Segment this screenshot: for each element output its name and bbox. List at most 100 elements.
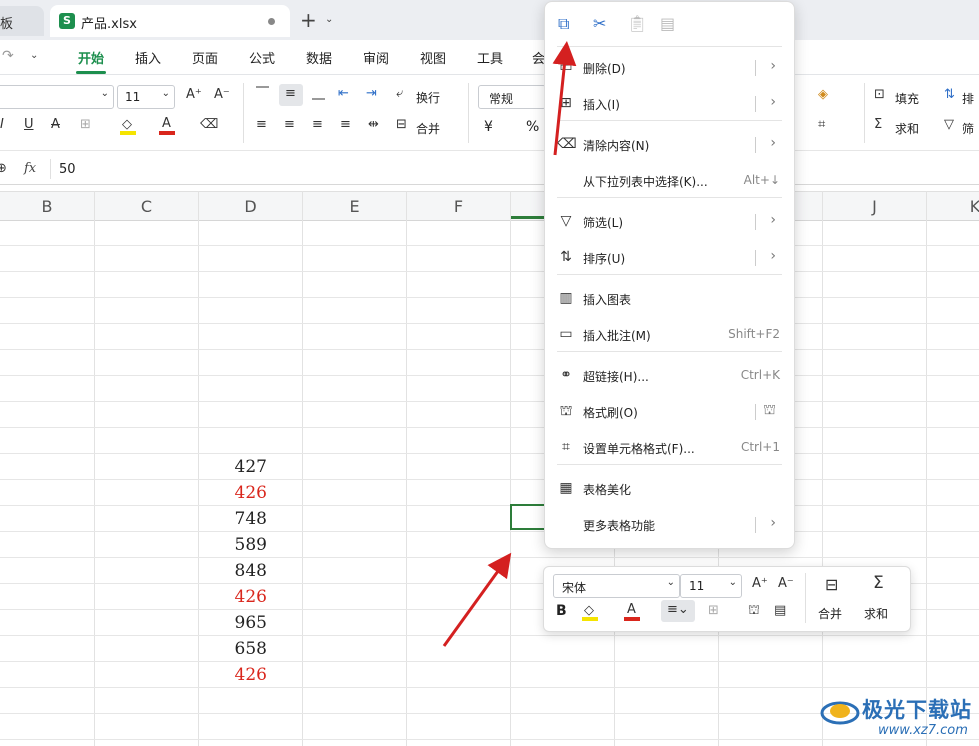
menu-home[interactable]: 开始: [78, 48, 104, 67]
align-middle-icon[interactable]: ≡: [279, 84, 303, 106]
column-header-e[interactable]: E: [303, 197, 406, 216]
mini-size-select[interactable]: 11 ⌄: [680, 574, 742, 598]
wrap-text-label[interactable]: 换行: [416, 89, 440, 106]
number-format-select[interactable]: 常规: [478, 85, 546, 109]
percent-icon[interactable]: %: [526, 119, 539, 135]
mini-font-select[interactable]: 宋体 ⌄: [553, 574, 680, 598]
formula-input[interactable]: 50: [59, 162, 76, 177]
font-color-icon[interactable]: A: [159, 116, 175, 135]
sum-icon[interactable]: Σ: [874, 117, 882, 132]
sum-label[interactable]: 求和: [895, 120, 919, 137]
cell-value[interactable]: 658: [197, 639, 267, 659]
column-header-d[interactable]: D: [199, 197, 302, 216]
cell-value[interactable]: 965: [197, 613, 267, 633]
sort-label[interactable]: 排: [962, 90, 974, 107]
context-menu-item[interactable]: ⌗ 设置单元格格式(F)... Ctrl+1: [545, 433, 794, 463]
fx-icon[interactable]: fx: [24, 161, 36, 176]
cell-value[interactable]: 426: [197, 587, 267, 607]
cell-value[interactable]: 426: [197, 665, 267, 685]
mini-merge-icon[interactable]: ⊟: [825, 575, 838, 594]
context-menu-item[interactable]: ⌫ 清除内容(N) ›: [545, 130, 794, 160]
copy-icon[interactable]: ⧉: [558, 14, 569, 34]
mini-border-icon[interactable]: ⊞: [708, 603, 719, 618]
context-menu-item[interactable]: ⇅ 排序(U) ›: [545, 243, 794, 273]
mini-merge-label[interactable]: 合并: [818, 605, 842, 622]
menu-view[interactable]: 视图: [420, 48, 446, 67]
context-menu-item[interactable]: 从下拉列表中选择(K)... Alt+↓: [545, 166, 794, 196]
align-top-icon[interactable]: ⎺: [256, 86, 269, 101]
menu-insert[interactable]: 插入: [135, 48, 161, 67]
fill-icon[interactable]: ⊡: [874, 87, 885, 102]
wrap-text-icon[interactable]: ⤶: [396, 86, 403, 101]
context-menu-item[interactable]: ⊞ 插入(I) ›: [545, 89, 794, 119]
context-menu-item[interactable]: ▽ 筛选(L) ›: [545, 207, 794, 237]
merge-label[interactable]: 合并: [416, 120, 440, 137]
decrease-font-icon[interactable]: A⁻: [214, 87, 230, 102]
mini-align-icon[interactable]: ≡⌄: [661, 600, 695, 622]
align-right-icon[interactable]: ≡: [312, 117, 323, 132]
underline-icon[interactable]: U: [24, 117, 34, 132]
align-left-icon[interactable]: ≡: [256, 117, 267, 132]
cell-value[interactable]: 427: [197, 457, 267, 477]
selected-cell[interactable]: [510, 504, 546, 530]
context-menu-item[interactable]: ⛫ 格式刷(O) ⛫: [545, 397, 794, 427]
strikethrough-icon[interactable]: A: [51, 117, 60, 132]
menu-page[interactable]: 页面: [192, 48, 218, 67]
cell-value[interactable]: 748: [197, 509, 267, 529]
distributed-icon[interactable]: ⇹: [368, 117, 379, 132]
undo-dropdown-chevron-icon[interactable]: ⌄: [30, 50, 38, 61]
clear-format-icon[interactable]: ⌫: [200, 117, 218, 132]
mini-sum-icon[interactable]: Σ: [873, 573, 884, 593]
font-name-select[interactable]: ⌄: [0, 85, 114, 109]
menu-review[interactable]: 审阅: [363, 48, 389, 67]
filter-label[interactable]: 筛: [962, 120, 974, 137]
mini-format-painter-icon[interactable]: ⛫: [748, 603, 760, 620]
currency-icon[interactable]: ¥: [484, 119, 493, 135]
context-menu-item[interactable]: ⚭ 超链接(H)... Ctrl+K: [545, 361, 794, 391]
sort-icon[interactable]: ⇅: [944, 87, 955, 102]
cell-value[interactable]: 848: [197, 561, 267, 581]
tab-previous[interactable]: 板: [0, 6, 44, 36]
filter-icon[interactable]: ▽: [944, 117, 954, 132]
cell-border-icon[interactable]: ⌗: [818, 117, 825, 132]
fill-label[interactable]: 填充: [895, 90, 919, 107]
context-menu-item[interactable]: ▥ 插入图表: [545, 284, 794, 314]
decrease-indent-icon[interactable]: ⇤: [338, 86, 349, 101]
column-header-j[interactable]: J: [823, 197, 926, 216]
tab-list-chevron-icon[interactable]: ⌄: [325, 14, 333, 25]
unsaved-dot-icon[interactable]: [268, 18, 275, 25]
align-bottom-icon[interactable]: ⎽: [312, 86, 325, 101]
mini-increase-font-icon[interactable]: A⁺: [752, 576, 768, 591]
italic-icon[interactable]: I: [0, 117, 4, 132]
mini-cell-style-icon[interactable]: ▤: [774, 603, 786, 618]
context-menu-item[interactable]: ▭ 插入批注(M) Shift+F2: [545, 320, 794, 350]
mini-fill-color-icon[interactable]: ◇: [582, 603, 598, 621]
font-size-select[interactable]: 11 ⌄: [117, 85, 175, 109]
column-header-k[interactable]: K: [960, 197, 979, 216]
justify-icon[interactable]: ≡: [340, 117, 351, 132]
column-header-f[interactable]: F: [407, 197, 510, 216]
cut-icon[interactable]: ✂: [593, 14, 606, 33]
fill-color-icon[interactable]: ◇: [120, 117, 136, 135]
menu-data[interactable]: 数据: [306, 48, 332, 67]
mini-bold-icon[interactable]: B: [556, 603, 567, 619]
context-menu-item[interactable]: 更多表格功能 ›: [545, 510, 794, 540]
new-tab-plus-icon[interactable]: +: [300, 8, 317, 32]
increase-indent-icon[interactable]: ⇥: [366, 86, 377, 101]
context-menu-item[interactable]: ▭ 删除(D) ›: [545, 53, 794, 83]
mini-sum-label[interactable]: 求和: [864, 605, 888, 622]
zoom-icon[interactable]: ⊕: [0, 161, 7, 176]
tab-active-file[interactable]: S 产品.xlsx: [50, 5, 290, 37]
menu-formula[interactable]: 公式: [249, 48, 275, 67]
column-header-c[interactable]: C: [95, 197, 198, 216]
format-painter-lock-icon[interactable]: ⛫: [763, 402, 776, 420]
column-header-b[interactable]: B: [0, 197, 94, 216]
redo-icon[interactable]: ↷: [2, 48, 14, 64]
cell-value[interactable]: 426: [197, 483, 267, 503]
border-icon[interactable]: ⊞: [80, 117, 91, 132]
context-menu-item[interactable]: ▦ 表格美化: [545, 474, 794, 504]
cell-value[interactable]: 589: [197, 535, 267, 555]
conditional-format-icon[interactable]: ◈: [818, 87, 828, 102]
paste-special-icon[interactable]: ▤: [660, 14, 675, 33]
paste-icon[interactable]: 📋︎: [627, 14, 647, 33]
